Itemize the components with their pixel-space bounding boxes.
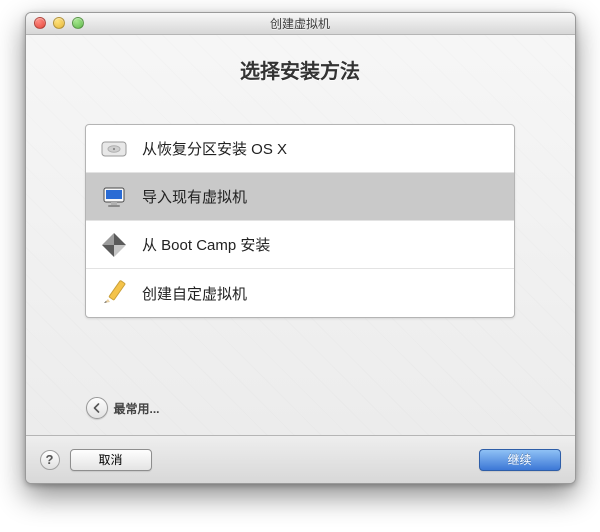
option-label: 从恢复分区安装 OS X <box>142 138 287 159</box>
help-button[interactable]: ? <box>40 450 60 470</box>
back-arrow-icon <box>86 397 108 419</box>
close-icon[interactable] <box>34 17 46 29</box>
cancel-button[interactable]: 取消 <box>70 449 152 471</box>
option-install-from-recovery[interactable]: 从恢复分区安装 OS X <box>86 125 514 173</box>
window-title: 创建虚拟机 <box>26 15 575 32</box>
most-used-label: 最常用... <box>114 400 160 417</box>
traffic-lights <box>34 17 84 29</box>
option-bootcamp[interactable]: 从 Boot Camp 安装 <box>86 221 514 269</box>
hdd-icon <box>100 135 128 163</box>
page-heading: 选择安装方法 <box>240 55 360 84</box>
bootcamp-icon <box>100 231 128 259</box>
dialog-window: 创建虚拟机 选择安装方法 从恢复分区安装 OS X <box>25 12 576 484</box>
option-import-existing[interactable]: 导入现有虚拟机 <box>86 173 514 221</box>
minimize-icon[interactable] <box>53 17 65 29</box>
option-label: 创建自定虚拟机 <box>142 283 247 304</box>
option-create-custom[interactable]: 创建自定虚拟机 <box>86 269 514 317</box>
content-area: 选择安装方法 从恢复分区安装 OS X <box>26 35 575 435</box>
monitor-icon <box>100 183 128 211</box>
zoom-icon[interactable] <box>72 17 84 29</box>
pencil-icon <box>100 279 128 307</box>
continue-button[interactable]: 继续 <box>479 449 561 471</box>
title-bar: 创建虚拟机 <box>26 13 575 35</box>
most-used-button[interactable]: 最常用... <box>86 397 160 419</box>
option-label: 导入现有虚拟机 <box>142 186 247 207</box>
footer-bar: ? 取消 继续 <box>26 435 575 483</box>
option-label: 从 Boot Camp 安装 <box>142 234 270 255</box>
install-method-list: 从恢复分区安装 OS X 导入现有虚拟机 <box>85 124 515 318</box>
